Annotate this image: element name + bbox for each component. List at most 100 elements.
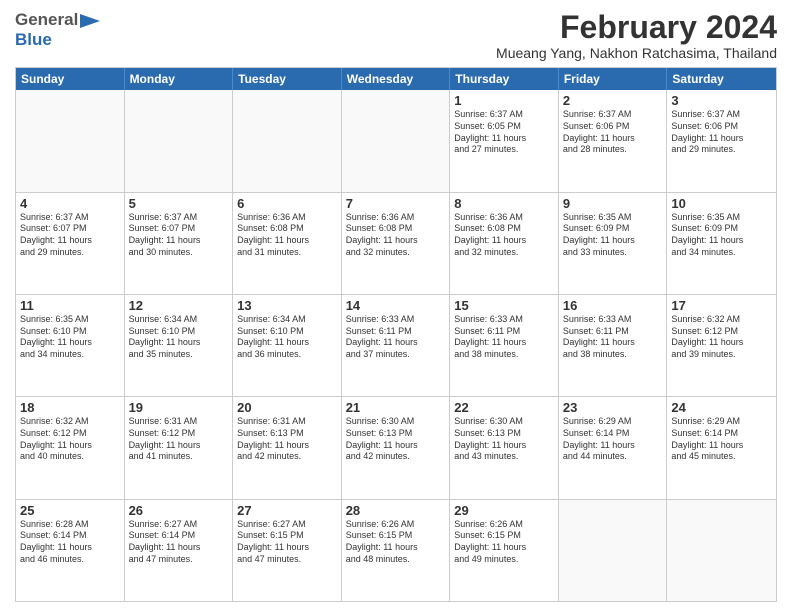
cal-week-4: 25Sunrise: 6:28 AM Sunset: 6:14 PM Dayli… (16, 499, 776, 601)
day-number: 27 (237, 503, 337, 518)
cal-cell-4-2: 27Sunrise: 6:27 AM Sunset: 6:15 PM Dayli… (233, 500, 342, 601)
cal-header-monday: Monday (125, 68, 234, 90)
cal-cell-0-6: 3Sunrise: 6:37 AM Sunset: 6:06 PM Daylig… (667, 90, 776, 191)
cell-info: Sunrise: 6:37 AM Sunset: 6:06 PM Dayligh… (671, 109, 772, 156)
cal-cell-0-2 (233, 90, 342, 191)
cell-info: Sunrise: 6:36 AM Sunset: 6:08 PM Dayligh… (454, 212, 554, 259)
cal-cell-4-6 (667, 500, 776, 601)
cal-week-2: 11Sunrise: 6:35 AM Sunset: 6:10 PM Dayli… (16, 294, 776, 396)
cal-header-wednesday: Wednesday (342, 68, 451, 90)
cal-cell-2-6: 17Sunrise: 6:32 AM Sunset: 6:12 PM Dayli… (667, 295, 776, 396)
cal-cell-0-1 (125, 90, 234, 191)
day-number: 3 (671, 93, 772, 108)
cell-info: Sunrise: 6:37 AM Sunset: 6:07 PM Dayligh… (129, 212, 229, 259)
day-number: 13 (237, 298, 337, 313)
cal-cell-1-2: 6Sunrise: 6:36 AM Sunset: 6:08 PM Daylig… (233, 193, 342, 294)
calendar-body: 1Sunrise: 6:37 AM Sunset: 6:05 PM Daylig… (16, 90, 776, 601)
day-number: 22 (454, 400, 554, 415)
cell-info: Sunrise: 6:37 AM Sunset: 6:06 PM Dayligh… (563, 109, 663, 156)
cell-info: Sunrise: 6:33 AM Sunset: 6:11 PM Dayligh… (346, 314, 446, 361)
cal-cell-1-3: 7Sunrise: 6:36 AM Sunset: 6:08 PM Daylig… (342, 193, 451, 294)
day-number: 17 (671, 298, 772, 313)
title-section: February 2024 Mueang Yang, Nakhon Ratcha… (496, 10, 777, 61)
day-number: 6 (237, 196, 337, 211)
calendar: SundayMondayTuesdayWednesdayThursdayFrid… (15, 67, 777, 602)
cal-cell-4-0: 25Sunrise: 6:28 AM Sunset: 6:14 PM Dayli… (16, 500, 125, 601)
main-title: February 2024 (496, 10, 777, 45)
cell-info: Sunrise: 6:32 AM Sunset: 6:12 PM Dayligh… (671, 314, 772, 361)
cal-cell-1-4: 8Sunrise: 6:36 AM Sunset: 6:08 PM Daylig… (450, 193, 559, 294)
cell-info: Sunrise: 6:31 AM Sunset: 6:13 PM Dayligh… (237, 416, 337, 463)
cal-cell-4-5 (559, 500, 668, 601)
cal-cell-3-3: 21Sunrise: 6:30 AM Sunset: 6:13 PM Dayli… (342, 397, 451, 498)
page: General Blue February 2024 Mueang Yang, … (0, 0, 792, 612)
cell-info: Sunrise: 6:37 AM Sunset: 6:07 PM Dayligh… (20, 212, 120, 259)
cal-cell-2-1: 12Sunrise: 6:34 AM Sunset: 6:10 PM Dayli… (125, 295, 234, 396)
cal-header-saturday: Saturday (667, 68, 776, 90)
day-number: 25 (20, 503, 120, 518)
cal-cell-2-4: 15Sunrise: 6:33 AM Sunset: 6:11 PM Dayli… (450, 295, 559, 396)
logo-general: General (15, 10, 78, 30)
day-number: 29 (454, 503, 554, 518)
cal-header-thursday: Thursday (450, 68, 559, 90)
cell-info: Sunrise: 6:28 AM Sunset: 6:14 PM Dayligh… (20, 519, 120, 566)
cal-cell-1-1: 5Sunrise: 6:37 AM Sunset: 6:07 PM Daylig… (125, 193, 234, 294)
cell-info: Sunrise: 6:32 AM Sunset: 6:12 PM Dayligh… (20, 416, 120, 463)
cell-info: Sunrise: 6:27 AM Sunset: 6:14 PM Dayligh… (129, 519, 229, 566)
cal-cell-2-3: 14Sunrise: 6:33 AM Sunset: 6:11 PM Dayli… (342, 295, 451, 396)
cell-info: Sunrise: 6:35 AM Sunset: 6:09 PM Dayligh… (563, 212, 663, 259)
cal-cell-0-5: 2Sunrise: 6:37 AM Sunset: 6:06 PM Daylig… (559, 90, 668, 191)
cell-info: Sunrise: 6:30 AM Sunset: 6:13 PM Dayligh… (454, 416, 554, 463)
subtitle: Mueang Yang, Nakhon Ratchasima, Thailand (496, 45, 777, 61)
day-number: 8 (454, 196, 554, 211)
cell-info: Sunrise: 6:29 AM Sunset: 6:14 PM Dayligh… (671, 416, 772, 463)
cal-cell-2-5: 16Sunrise: 6:33 AM Sunset: 6:11 PM Dayli… (559, 295, 668, 396)
day-number: 19 (129, 400, 229, 415)
cal-cell-4-4: 29Sunrise: 6:26 AM Sunset: 6:15 PM Dayli… (450, 500, 559, 601)
cell-info: Sunrise: 6:36 AM Sunset: 6:08 PM Dayligh… (346, 212, 446, 259)
cell-info: Sunrise: 6:34 AM Sunset: 6:10 PM Dayligh… (237, 314, 337, 361)
cell-info: Sunrise: 6:37 AM Sunset: 6:05 PM Dayligh… (454, 109, 554, 156)
day-number: 14 (346, 298, 446, 313)
day-number: 28 (346, 503, 446, 518)
day-number: 16 (563, 298, 663, 313)
cal-cell-3-4: 22Sunrise: 6:30 AM Sunset: 6:13 PM Dayli… (450, 397, 559, 498)
day-number: 10 (671, 196, 772, 211)
cell-info: Sunrise: 6:30 AM Sunset: 6:13 PM Dayligh… (346, 416, 446, 463)
day-number: 23 (563, 400, 663, 415)
cal-cell-1-6: 10Sunrise: 6:35 AM Sunset: 6:09 PM Dayli… (667, 193, 776, 294)
cell-info: Sunrise: 6:26 AM Sunset: 6:15 PM Dayligh… (346, 519, 446, 566)
cell-info: Sunrise: 6:34 AM Sunset: 6:10 PM Dayligh… (129, 314, 229, 361)
cell-info: Sunrise: 6:29 AM Sunset: 6:14 PM Dayligh… (563, 416, 663, 463)
cell-info: Sunrise: 6:35 AM Sunset: 6:10 PM Dayligh… (20, 314, 120, 361)
day-number: 26 (129, 503, 229, 518)
day-number: 12 (129, 298, 229, 313)
cal-header-friday: Friday (559, 68, 668, 90)
cell-info: Sunrise: 6:31 AM Sunset: 6:12 PM Dayligh… (129, 416, 229, 463)
cal-cell-1-0: 4Sunrise: 6:37 AM Sunset: 6:07 PM Daylig… (16, 193, 125, 294)
cal-cell-4-3: 28Sunrise: 6:26 AM Sunset: 6:15 PM Dayli… (342, 500, 451, 601)
day-number: 4 (20, 196, 120, 211)
cal-cell-0-4: 1Sunrise: 6:37 AM Sunset: 6:05 PM Daylig… (450, 90, 559, 191)
cal-header-tuesday: Tuesday (233, 68, 342, 90)
cal-week-1: 4Sunrise: 6:37 AM Sunset: 6:07 PM Daylig… (16, 192, 776, 294)
cell-info: Sunrise: 6:36 AM Sunset: 6:08 PM Dayligh… (237, 212, 337, 259)
cal-cell-4-1: 26Sunrise: 6:27 AM Sunset: 6:14 PM Dayli… (125, 500, 234, 601)
logo-container: General Blue (15, 10, 100, 50)
cal-cell-0-3 (342, 90, 451, 191)
cell-info: Sunrise: 6:33 AM Sunset: 6:11 PM Dayligh… (454, 314, 554, 361)
logo-blue: Blue (15, 30, 52, 49)
cal-week-0: 1Sunrise: 6:37 AM Sunset: 6:05 PM Daylig… (16, 90, 776, 191)
day-number: 7 (346, 196, 446, 211)
cal-cell-2-0: 11Sunrise: 6:35 AM Sunset: 6:10 PM Dayli… (16, 295, 125, 396)
day-number: 21 (346, 400, 446, 415)
day-number: 18 (20, 400, 120, 415)
cal-cell-3-2: 20Sunrise: 6:31 AM Sunset: 6:13 PM Dayli… (233, 397, 342, 498)
cal-cell-3-5: 23Sunrise: 6:29 AM Sunset: 6:14 PM Dayli… (559, 397, 668, 498)
cal-header-sunday: Sunday (16, 68, 125, 90)
logo: General Blue (15, 10, 100, 50)
logo-flag-icon (80, 14, 100, 28)
day-number: 2 (563, 93, 663, 108)
cal-cell-3-0: 18Sunrise: 6:32 AM Sunset: 6:12 PM Dayli… (16, 397, 125, 498)
cal-week-3: 18Sunrise: 6:32 AM Sunset: 6:12 PM Dayli… (16, 396, 776, 498)
